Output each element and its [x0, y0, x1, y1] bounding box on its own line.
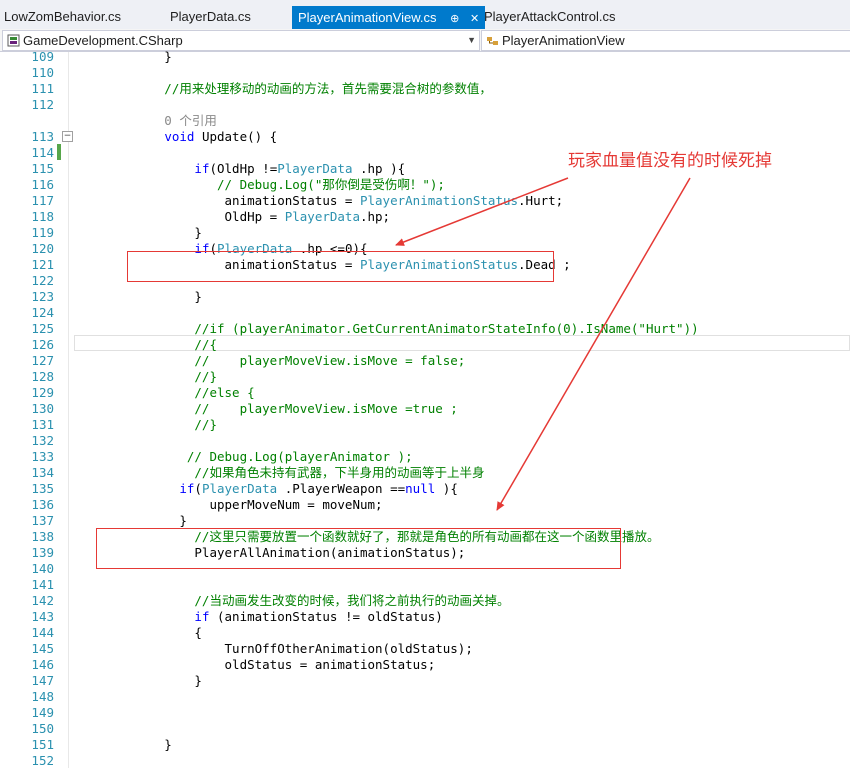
annotation-text: 玩家血量值没有的时候死掉 [568, 151, 772, 171]
arrow-to-playerallanimation [496, 177, 691, 511]
arrow-to-dead [395, 177, 569, 246]
annotation-arrows [395, 177, 691, 511]
